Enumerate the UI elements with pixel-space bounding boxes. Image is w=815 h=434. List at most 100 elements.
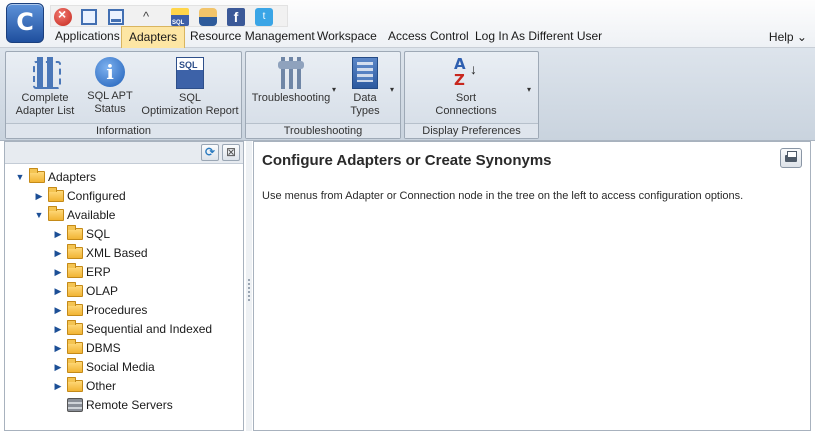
expand-twisty-icon[interactable]: ▶ bbox=[51, 302, 65, 319]
adapter-tree-panel: ⟳ ⊠ ▼ Adapters ▶ Configured ▼ Available ▶ SQ… bbox=[4, 141, 244, 431]
data-types-icon bbox=[352, 57, 378, 89]
data-types-dropdown-arrow[interactable]: ▾ bbox=[390, 85, 394, 94]
expand-twisty-icon[interactable]: ▶ bbox=[51, 245, 65, 262]
close-icon[interactable] bbox=[54, 6, 72, 26]
menu-resource-management[interactable]: Resource Management bbox=[183, 27, 322, 48]
tree-toolbar: ⟳ ⊠ bbox=[5, 142, 243, 164]
folder-icon bbox=[67, 244, 83, 259]
expand-twisty-icon[interactable]: ▶ bbox=[51, 359, 65, 376]
facebook-icon[interactable]: f bbox=[227, 8, 245, 26]
sql-apt-status-button[interactable]: SQL APT Status bbox=[84, 57, 136, 116]
page-description: Use menus from Adapter or Connection nod… bbox=[262, 190, 744, 202]
tree-node-configured[interactable]: ▶ Configured bbox=[32, 187, 126, 205]
tree-node-label: Other bbox=[86, 379, 117, 393]
minimize-window-icon[interactable] bbox=[108, 9, 124, 25]
tree-node-label: Social Media bbox=[86, 360, 155, 374]
folder-icon bbox=[67, 263, 83, 278]
menu-access-control[interactable]: Access Control bbox=[381, 27, 476, 48]
tree-node-label: SQL bbox=[86, 227, 111, 241]
server-stack-icon bbox=[67, 398, 83, 412]
expand-twisty-icon[interactable]: ▶ bbox=[51, 264, 65, 281]
sql-optimization-report-button[interactable]: SQL Optimization Report bbox=[140, 57, 240, 118]
print-icon[interactable] bbox=[780, 148, 802, 168]
button-label-line1: Troubleshooting bbox=[251, 92, 331, 104]
sort-connections-button[interactable]: ↓ Sort Connections bbox=[431, 55, 501, 118]
collapse-twisty-icon[interactable]: ▼ bbox=[32, 207, 46, 224]
tree-node-social-media[interactable]: ▶ Social Media bbox=[51, 358, 155, 376]
tree-node-label: Configured bbox=[67, 189, 126, 203]
ribbon-group-display-preferences: ↓ Sort Connections ▾ Display Preferences bbox=[404, 51, 539, 139]
button-label-line2: Types bbox=[350, 105, 380, 117]
tree-node-label: Remote Servers bbox=[86, 398, 173, 412]
sort-az-icon: ↓ bbox=[451, 55, 481, 89]
group-label-display-preferences: Display Preferences bbox=[405, 123, 538, 138]
menu-log-in-as-different-user[interactable]: Log In As Different User bbox=[468, 27, 609, 48]
folder-icon bbox=[67, 358, 83, 373]
button-label-line2: Optimization Report bbox=[141, 105, 239, 117]
button-label-line1: Sort bbox=[455, 92, 477, 104]
folder-icon bbox=[67, 377, 83, 392]
tree-node-procedures[interactable]: ▶ Procedures bbox=[51, 301, 148, 319]
troubleshooting-dropdown-arrow[interactable]: ▾ bbox=[332, 85, 336, 94]
sql-icon[interactable] bbox=[171, 8, 189, 26]
troubleshooting-button[interactable]: Troubleshooting bbox=[248, 57, 334, 105]
twitter-icon[interactable]: t bbox=[255, 8, 273, 26]
tree-node-dbms[interactable]: ▶ DBMS bbox=[51, 339, 121, 357]
folder-icon bbox=[67, 225, 83, 240]
collapse-twisty-icon[interactable]: ▼ bbox=[13, 169, 27, 186]
folder-open-icon bbox=[29, 168, 45, 183]
tree-node-label: ERP bbox=[86, 265, 111, 279]
tree-node-label: Sequential and Indexed bbox=[86, 322, 213, 336]
folder-icon bbox=[48, 187, 64, 202]
chevron-up-icon[interactable]: ^ bbox=[137, 8, 155, 26]
window-icon[interactable] bbox=[81, 9, 97, 25]
tree-node-label: Available bbox=[67, 208, 116, 222]
button-label-line2: Status bbox=[94, 103, 126, 115]
main-content-panel: Configure Adapters or Create Synonyms Us… bbox=[253, 141, 811, 431]
tree-node-xml-based[interactable]: ▶ XML Based bbox=[51, 244, 148, 262]
expand-twisty-icon[interactable]: ▶ bbox=[51, 283, 65, 300]
sort-connections-dropdown-arrow[interactable]: ▾ bbox=[527, 85, 531, 94]
tree-node-available[interactable]: ▼ Available bbox=[32, 206, 116, 224]
button-label-line1: SQL APT bbox=[87, 90, 133, 102]
menu-applications[interactable]: Applications bbox=[48, 27, 127, 48]
tree-node-label: Procedures bbox=[86, 303, 148, 317]
help-menu[interactable]: Help ⌄ bbox=[769, 27, 807, 47]
tree-node-remote-servers[interactable]: Remote Servers bbox=[51, 397, 173, 414]
ribbon: Complete Adapter List SQL APT Status SQL… bbox=[0, 48, 815, 141]
panel-splitter[interactable] bbox=[246, 141, 252, 431]
menu-workspace[interactable]: Workspace bbox=[310, 27, 384, 48]
tree-node-erp[interactable]: ▶ ERP bbox=[51, 263, 111, 281]
expand-twisty-icon[interactable]: ▶ bbox=[51, 340, 65, 357]
app-logo[interactable]: C bbox=[6, 3, 44, 43]
folder-icon bbox=[67, 301, 83, 316]
tree-node-adapters[interactable]: ▼ Adapters bbox=[13, 168, 96, 186]
expand-twisty-icon[interactable]: ▶ bbox=[51, 226, 65, 243]
ribbon-group-troubleshooting: Troubleshooting ▾ Data Types ▾ Troublesh… bbox=[245, 51, 401, 139]
expand-twisty-icon[interactable]: ▶ bbox=[32, 188, 46, 205]
sql-report-icon bbox=[176, 57, 204, 89]
refresh-icon[interactable]: ⟳ bbox=[201, 144, 219, 161]
sort-arrow-icon: ↓ bbox=[470, 61, 477, 77]
tree-node-sequential-and-indexed[interactable]: ▶ Sequential and Indexed bbox=[51, 320, 213, 338]
data-types-button[interactable]: Data Types bbox=[344, 57, 386, 118]
button-label-line2: Adapter List bbox=[15, 105, 75, 117]
group-label-information: Information bbox=[6, 123, 241, 138]
user-icon[interactable] bbox=[199, 8, 217, 26]
button-label-line2: Connections bbox=[435, 105, 497, 117]
button-label-line1: Complete bbox=[21, 92, 69, 104]
menu-adapters[interactable]: Adapters bbox=[121, 26, 186, 49]
folder-icon bbox=[67, 320, 83, 335]
collapse-all-icon[interactable]: ⊠ bbox=[222, 144, 240, 161]
button-label-line1: Data bbox=[353, 92, 377, 104]
expand-twisty-icon[interactable]: ▶ bbox=[51, 321, 65, 338]
tree-node-sql[interactable]: ▶ SQL bbox=[51, 225, 111, 243]
complete-adapter-list-button[interactable]: Complete Adapter List bbox=[10, 57, 80, 118]
tree-node-label: DBMS bbox=[86, 341, 121, 355]
expand-twisty-icon[interactable]: ▶ bbox=[51, 378, 65, 395]
folder-icon bbox=[67, 339, 83, 354]
tree-node-olap[interactable]: ▶ OLAP bbox=[51, 282, 118, 300]
page-title: Configure Adapters or Create Synonyms bbox=[262, 152, 552, 169]
tree-node-other[interactable]: ▶ Other bbox=[51, 377, 117, 395]
troubleshooting-icon bbox=[275, 57, 307, 89]
